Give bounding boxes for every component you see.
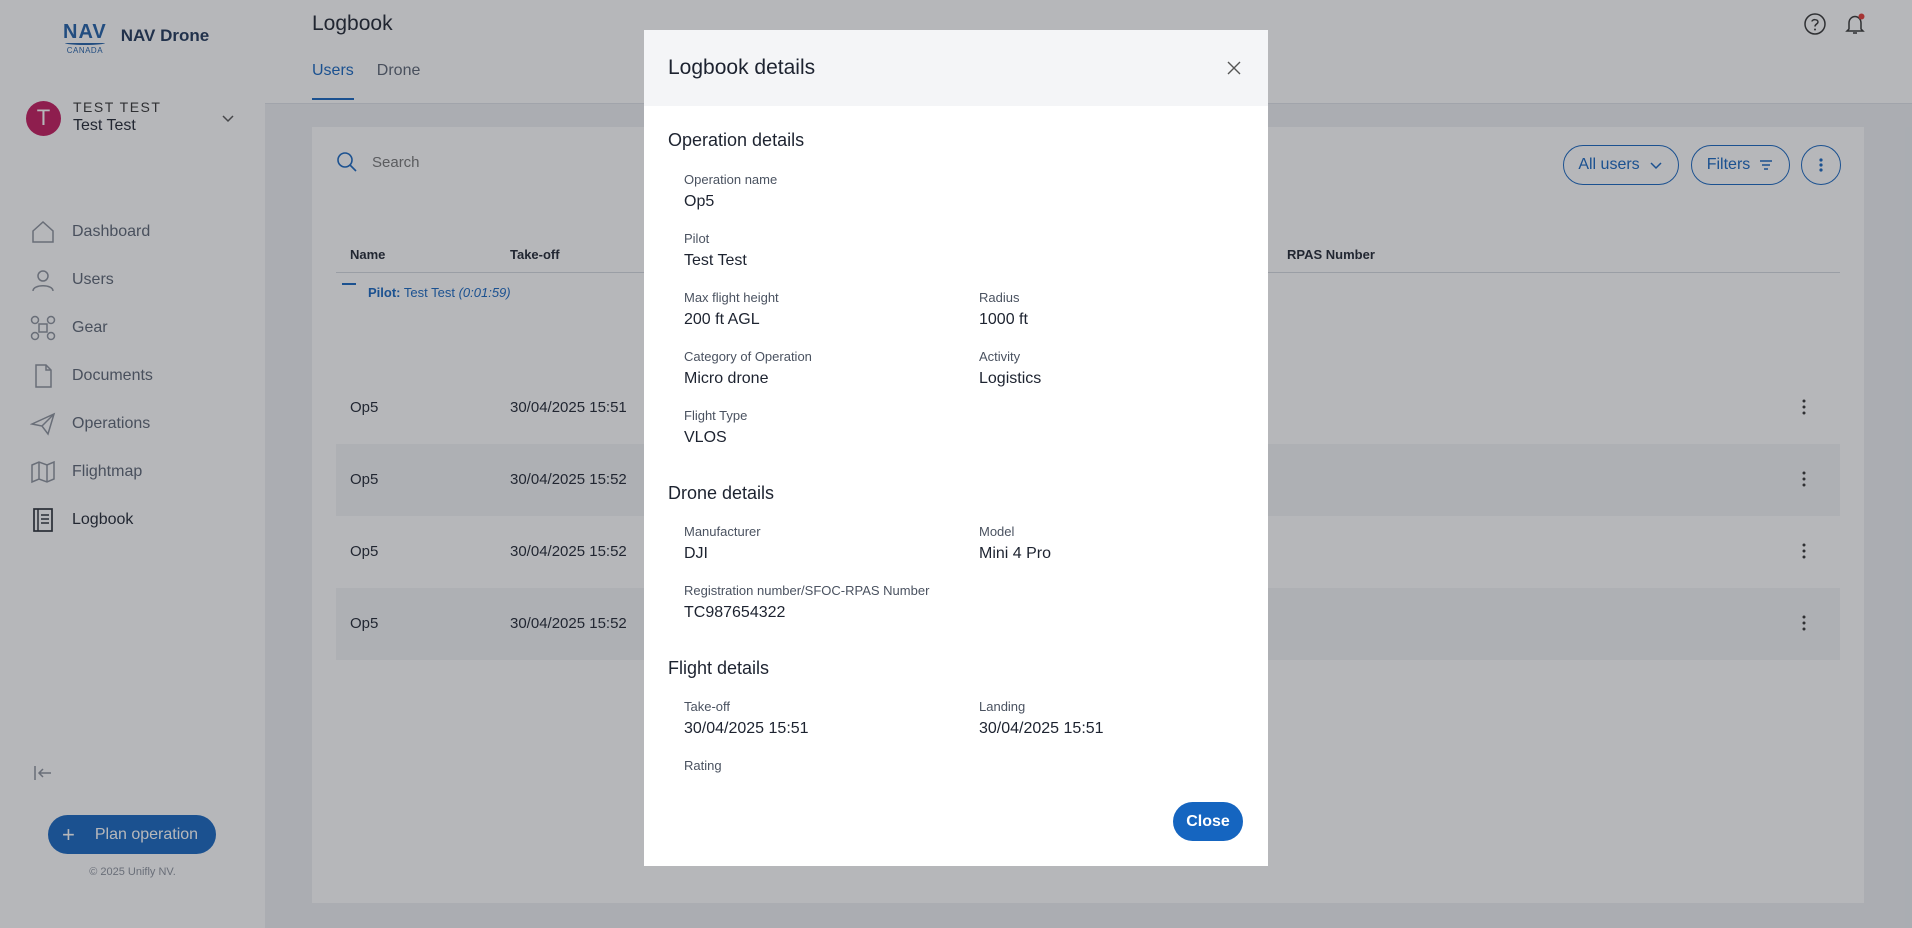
field-label: Landing [979, 699, 1026, 714]
field-value: Test Test [684, 252, 747, 269]
field-value: 200 ft AGL [684, 311, 760, 328]
field-category: Category of Operation Micro drone [684, 349, 812, 390]
field-value: 1000 ft [979, 311, 1028, 328]
close-button[interactable]: Close [1173, 802, 1243, 841]
field-operation-name: Operation name Op5 [684, 172, 777, 213]
field-label: Rating [684, 758, 722, 773]
field-label: Operation name [684, 172, 778, 187]
modal-header: Logbook details [644, 30, 1268, 106]
field-value: VLOS [684, 429, 727, 446]
close-icon[interactable] [1226, 60, 1242, 76]
field-label: Radius [979, 290, 1020, 305]
field-rating: Rating [684, 758, 722, 774]
field-label: Category of Operation [684, 349, 812, 364]
field-label: Max flight height [684, 290, 779, 305]
field-max-flight-height: Max flight height 200 ft AGL [684, 290, 779, 331]
field-registration-number: Registration number/SFOC-RPAS Number TC9… [684, 583, 929, 624]
field-value: DJI [684, 545, 708, 562]
field-label: Model [979, 524, 1015, 539]
modal-title: Logbook details [668, 56, 816, 79]
field-value: 30/04/2025 15:51 [979, 720, 1104, 737]
field-value: 30/04/2025 15:51 [684, 720, 809, 737]
field-label: Registration number/SFOC-RPAS Number [684, 583, 930, 598]
field-label: Pilot [684, 231, 710, 246]
field-manufacturer: Manufacturer DJI [684, 524, 761, 565]
field-flight-type: Flight Type VLOS [684, 408, 747, 449]
field-model: Model Mini 4 Pro [979, 524, 1051, 565]
field-value: Op5 [684, 193, 715, 210]
field-activity: Activity Logistics [979, 349, 1041, 390]
field-label: Manufacturer [684, 524, 761, 539]
field-radius: Radius 1000 ft [979, 290, 1028, 331]
field-value: TC987654322 [684, 604, 786, 621]
field-label: Activity [979, 349, 1021, 364]
operation-details-heading: Operation details [668, 130, 805, 150]
field-value: Mini 4 Pro [979, 545, 1052, 562]
field-value: Logistics [979, 370, 1042, 387]
field-pilot: Pilot Test Test [684, 231, 747, 272]
field-takeoff: Take-off 30/04/2025 15:51 [684, 699, 809, 740]
drone-details-heading: Drone details [668, 483, 775, 503]
field-label: Take-off [684, 699, 731, 714]
field-label: Flight Type [684, 408, 748, 423]
field-landing: Landing 30/04/2025 15:51 [979, 699, 1104, 740]
flight-details-heading: Flight details [668, 658, 770, 678]
field-value: Micro drone [684, 370, 769, 387]
logbook-details-modal: Logbook details Operation details Operat… [644, 30, 1268, 866]
